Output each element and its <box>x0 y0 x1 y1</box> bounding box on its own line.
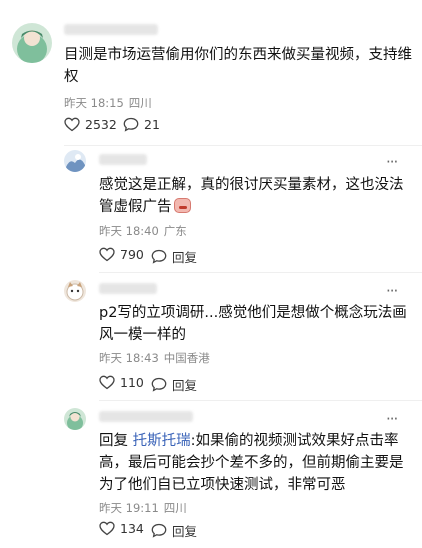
reply-label: 回复 <box>172 524 198 539</box>
more-dots-icon[interactable]: ··· <box>386 284 398 299</box>
comment-meta: 昨天 18:40 广东 <box>99 223 187 239</box>
comment-location: 广东 <box>163 224 187 238</box>
username-blurred[interactable] <box>64 24 158 35</box>
username-blurred[interactable] <box>99 283 157 294</box>
heart-icon <box>64 117 80 132</box>
comment-meta: 昨天 18:43 中国香港 <box>99 350 210 366</box>
avatar[interactable] <box>64 150 86 172</box>
comment-time: 昨天 19:11 <box>99 501 159 515</box>
comment-location: 四川 <box>128 96 152 110</box>
comment-location: 中国香港 <box>163 351 210 365</box>
comment-bubble-icon <box>123 117 139 132</box>
comment-text: 目测是市场运营偷用你们的东西来做买量视频，支持维权 <box>64 47 412 85</box>
more-dots-icon[interactable]: ··· <box>386 412 398 427</box>
divider <box>99 400 422 401</box>
avatar[interactable] <box>12 23 52 63</box>
reply-label: 回复 <box>172 250 198 265</box>
comment-meta: 昨天 19:11 四川 <box>99 500 187 516</box>
heart-icon <box>99 375 115 390</box>
like-button[interactable]: 134 <box>99 521 144 536</box>
comment-bubble-icon <box>151 377 167 392</box>
comment-bubble-icon <box>151 523 167 538</box>
heart-icon <box>99 247 115 262</box>
like-button[interactable]: 790 <box>99 247 144 262</box>
comment-text: p2写的立项调研...感觉他们是想做个概念玩法画风一模一样的 <box>99 305 407 343</box>
more-dots-icon[interactable]: ··· <box>386 155 398 170</box>
avatar[interactable] <box>64 408 86 430</box>
like-count: 790 <box>120 247 144 262</box>
like-count: 134 <box>120 521 144 536</box>
reply-button[interactable]: 回复 <box>151 247 197 266</box>
comment-text: 回复 托斯托瑞:如果偷的视频测试效果好点击率高，最后可能会抄个差不多的，但前期偷… <box>99 433 404 493</box>
like-count: 110 <box>120 375 144 390</box>
comment-bubble-icon <box>151 249 167 264</box>
comment-text: 感觉这是正解，真的很讨厌买量素材，这也没法管虚假广告 <box>99 177 404 215</box>
mention-link[interactable]: 托斯托瑞 <box>133 433 191 449</box>
comment-time: 昨天 18:40 <box>99 224 159 238</box>
username-blurred[interactable] <box>99 411 193 422</box>
heart-icon <box>99 521 115 536</box>
reply-prefix: 回复 <box>99 433 133 449</box>
divider <box>64 145 422 146</box>
like-button[interactable]: 2532 <box>64 117 117 132</box>
reply-button[interactable]: 21 <box>123 117 160 132</box>
reply-count: 21 <box>144 117 160 132</box>
comment-time: 昨天 18:15 <box>64 96 124 110</box>
like-count: 2532 <box>85 117 117 132</box>
divider <box>99 272 422 273</box>
comment-location: 四川 <box>163 501 187 515</box>
reply-label: 回复 <box>172 378 198 393</box>
comment-time: 昨天 18:43 <box>99 351 159 365</box>
emoji-icon <box>173 198 191 213</box>
reply-button[interactable]: 回复 <box>151 521 197 540</box>
like-button[interactable]: 110 <box>99 375 144 390</box>
reply-button[interactable]: 回复 <box>151 375 197 394</box>
username-blurred[interactable] <box>99 154 147 165</box>
comment-meta: 昨天 18:15 四川 <box>64 95 152 111</box>
avatar[interactable] <box>64 280 86 302</box>
